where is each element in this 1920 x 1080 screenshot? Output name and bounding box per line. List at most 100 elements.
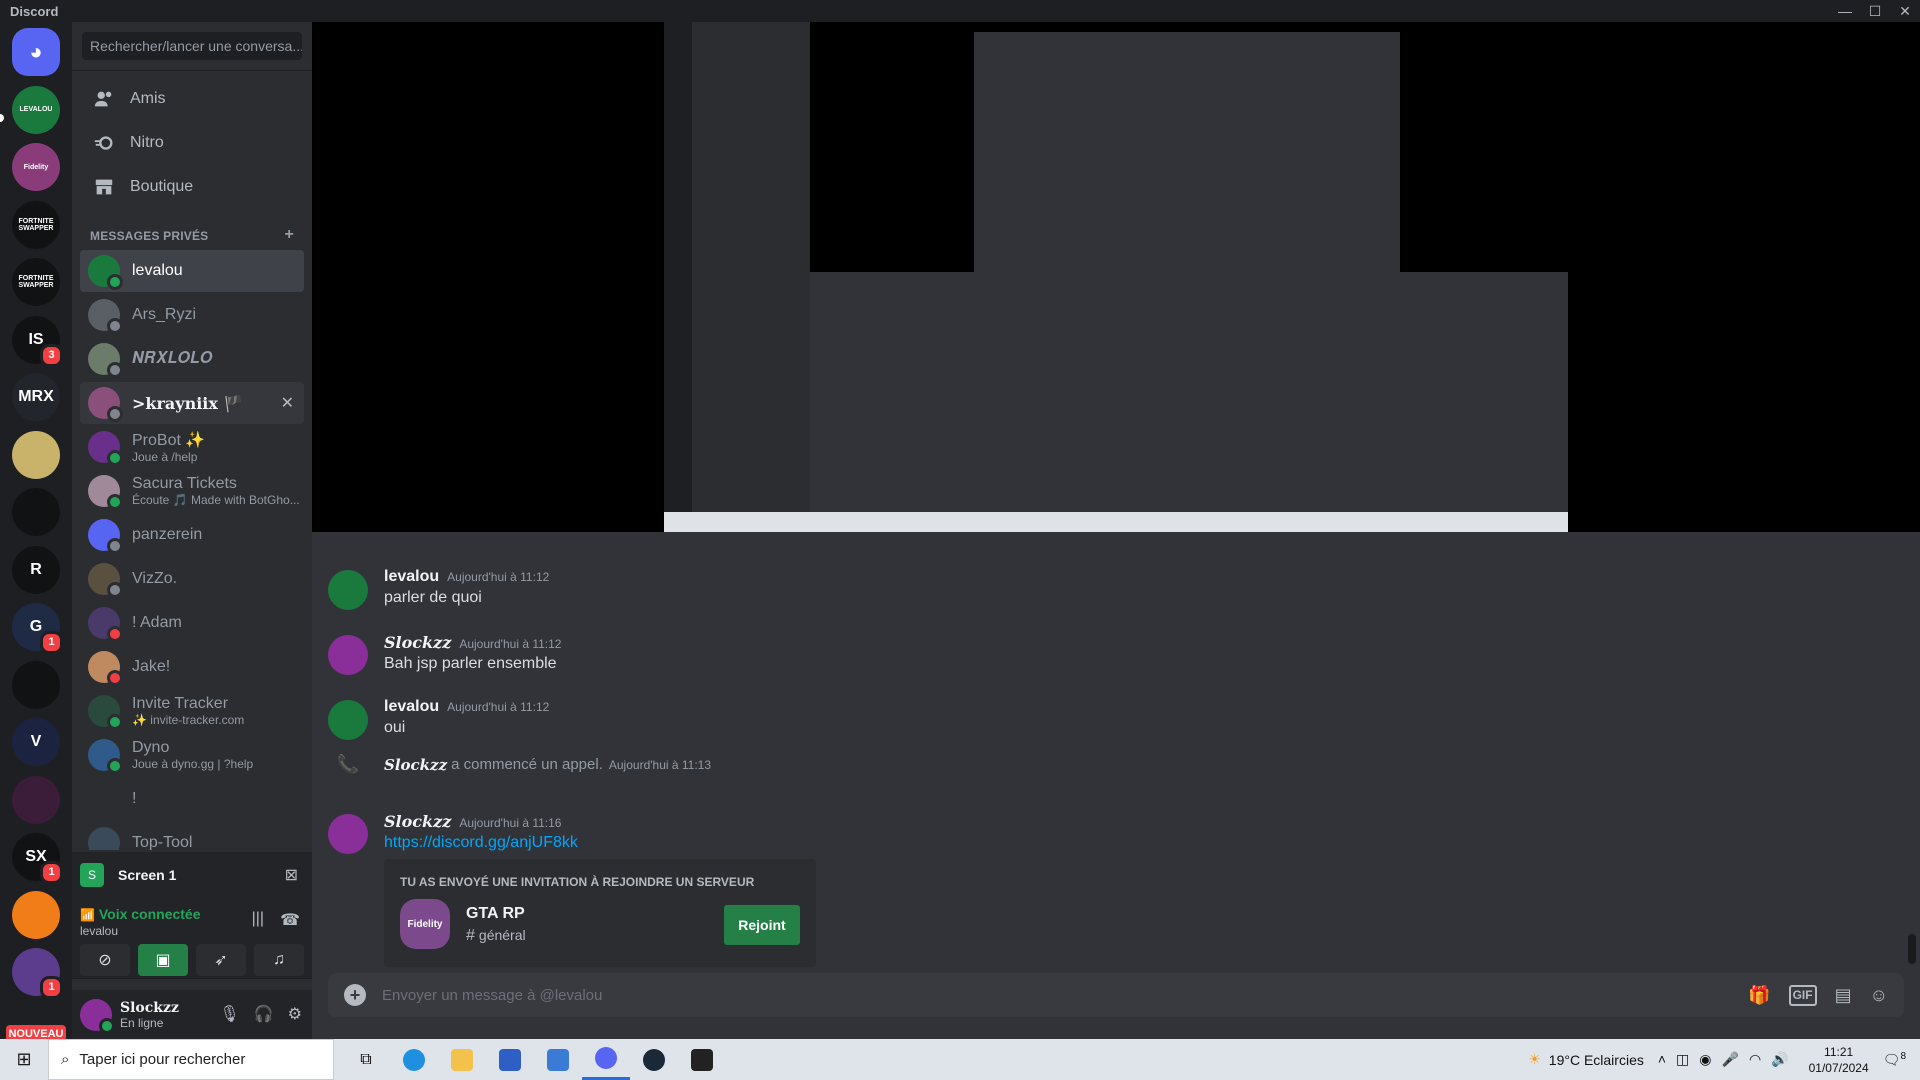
- discord-taskbar-icon[interactable]: [582, 1039, 630, 1080]
- status-dot: [107, 538, 123, 554]
- store-icon[interactable]: [486, 1039, 534, 1080]
- chevron-up-icon[interactable]: ˄: [1658, 1051, 1666, 1068]
- gift-icon[interactable]: 🎁: [1748, 985, 1770, 1006]
- attach-plus-icon[interactable]: +: [344, 984, 366, 1006]
- server-icon[interactable]: [12, 890, 60, 939]
- server-icon[interactable]: V: [12, 718, 60, 766]
- settings-gear-icon[interactable]: ⚙: [288, 1004, 302, 1024]
- message-author[interactable]: Slockzz: [384, 812, 451, 831]
- stop-stream-icon[interactable]: ⊠: [285, 865, 298, 885]
- edge-icon[interactable]: [390, 1039, 438, 1080]
- volume-icon[interactable]: 🔊: [1771, 1051, 1788, 1068]
- soundboard-button[interactable]: ♫: [254, 944, 304, 976]
- message-link[interactable]: https://discord.gg/anjUF8kk: [384, 834, 578, 852]
- microphone-icon[interactable]: 🎙: [219, 1004, 239, 1024]
- dm-item[interactable]: Invite Tracker ✨ invite-tracker.com: [80, 690, 304, 732]
- add-dm-button[interactable]: +: [284, 227, 294, 243]
- noise-suppression-icon[interactable]: |||: [252, 910, 264, 930]
- server-icon[interactable]: Fidelity: [12, 143, 60, 191]
- server-icon[interactable]: 1: [12, 948, 63, 999]
- voice-channel[interactable]: levalou: [80, 924, 118, 938]
- user-info[interactable]: Slockzz En ligne: [120, 1000, 179, 1030]
- disconnect-icon[interactable]: ☎: [280, 910, 300, 930]
- dm-item[interactable]: Top-Tool: [80, 822, 304, 850]
- taskbar-search[interactable]: ⌕ Taper ici pour rechercher: [48, 1039, 334, 1080]
- dm-item[interactable]: >krayniix 🏴 ✕: [80, 382, 304, 424]
- nav-shop[interactable]: Boutique: [80, 166, 304, 208]
- voice-status[interactable]: 📶 Voix connectée: [80, 906, 201, 922]
- message-author[interactable]: levalou: [384, 568, 439, 586]
- chat-scrollbar[interactable]: [1908, 934, 1916, 964]
- screen-share-button[interactable]: ▣: [138, 944, 188, 976]
- epic-games-icon[interactable]: [678, 1039, 726, 1080]
- server-icon[interactable]: [12, 660, 60, 709]
- server-icon[interactable]: SX 1: [12, 833, 63, 884]
- camera-tray-icon[interactable]: ◫: [1676, 1051, 1689, 1068]
- minimize-button[interactable]: —: [1830, 0, 1860, 22]
- wifi-icon[interactable]: ◠: [1749, 1051, 1761, 1068]
- mail-icon[interactable]: [534, 1039, 582, 1080]
- emoji-icon[interactable]: ☺: [1870, 985, 1888, 1006]
- dm-item[interactable]: Jake!: [80, 646, 304, 688]
- dm-item[interactable]: Sacura Tickets Écoute 🎵 Made with BotGho.…: [80, 470, 304, 512]
- dm-item[interactable]: Dyno Joue à dyno.gg | ?help: [80, 734, 304, 776]
- message-avatar[interactable]: [328, 700, 368, 740]
- clock[interactable]: 11:21 01/07/2024: [1809, 1044, 1869, 1076]
- dm-item[interactable]: levalou: [80, 250, 304, 292]
- weather-text[interactable]: 19°C Eclaircies: [1549, 1052, 1644, 1068]
- server-icon[interactable]: FORTNITE SWAPPER: [12, 258, 60, 306]
- activities-button[interactable]: ➶: [196, 944, 246, 976]
- dm-item[interactable]: ProBot ✨ Joue à /help: [80, 426, 304, 468]
- screen-share-row[interactable]: S Screen 1 ⊠: [80, 858, 304, 892]
- join-button[interactable]: Rejoint: [724, 905, 800, 945]
- nav-friends[interactable]: Amis: [80, 78, 304, 120]
- call-author[interactable]: Slockzz: [384, 756, 447, 774]
- notification-icon[interactable]: 🗨8: [1883, 1051, 1906, 1069]
- message-content: Slockzz Aujourd'hui à 11:16 https://discor…: [384, 812, 578, 854]
- search-conversation-button[interactable]: Rechercher/lancer une conversa...: [82, 32, 302, 60]
- server-icon[interactable]: [12, 488, 60, 536]
- server-icon[interactable]: R: [12, 545, 60, 594]
- message-author[interactable]: levalou: [384, 698, 439, 716]
- message-avatar[interactable]: [328, 814, 368, 854]
- sticker-icon[interactable]: ▤: [1835, 985, 1852, 1006]
- message-input[interactable]: Envoyer un message à @levalou: [382, 987, 1748, 1004]
- server-icon[interactable]: LEVALOU: [12, 85, 60, 134]
- server-icon[interactable]: IS 3: [12, 315, 63, 367]
- windows-start-icon[interactable]: ⊞: [0, 1049, 48, 1070]
- mic-tray-icon[interactable]: 🎤: [1722, 1051, 1739, 1068]
- dm-item[interactable]: !: [80, 778, 304, 820]
- message-author[interactable]: Slockzz: [384, 633, 451, 652]
- message-avatar[interactable]: [328, 635, 368, 675]
- home-button[interactable]: ◕: [12, 28, 60, 76]
- server-icon[interactable]: G1: [12, 603, 63, 654]
- dm-item[interactable]: ! Adam: [80, 602, 304, 644]
- camera-off-button[interactable]: ⊘: [80, 944, 130, 976]
- discord-tray-icon[interactable]: ◉: [1699, 1051, 1711, 1068]
- steam-icon[interactable]: [630, 1039, 678, 1080]
- stream-viewer[interactable]: [312, 22, 1920, 532]
- user-avatar[interactable]: [80, 998, 115, 1034]
- maximize-button[interactable]: ☐: [1860, 0, 1890, 22]
- status-dot: [107, 450, 123, 466]
- dm-item[interactable]: 𝑵𝑹𝑿𝑳𝑶𝑳𝑶: [80, 338, 304, 380]
- invite-server-icon[interactable]: Fidelity: [400, 899, 450, 949]
- gif-icon[interactable]: GIF: [1788, 984, 1817, 1006]
- close-window-button[interactable]: ✕: [1890, 0, 1920, 22]
- server-icon[interactable]: MRX: [12, 373, 60, 421]
- server-icon[interactable]: [12, 775, 60, 824]
- server-invite-card: TU AS ENVOYÉ UNE INVITATION À REJOINDRE …: [384, 859, 816, 967]
- server-icon[interactable]: FORTNITE SWAPPER: [12, 200, 60, 249]
- new-badge[interactable]: NOUVEAU: [6, 1025, 66, 1039]
- dm-item[interactable]: Ars_Ryzi: [80, 294, 304, 336]
- close-dm-icon[interactable]: ✕: [281, 393, 294, 413]
- dm-item[interactable]: VizZo.: [80, 558, 304, 600]
- server-icon[interactable]: [12, 430, 60, 479]
- message-avatar[interactable]: [328, 570, 368, 610]
- invite-server-name[interactable]: GTA RP: [466, 905, 525, 923]
- task-view-icon[interactable]: ⧉: [342, 1039, 390, 1080]
- nav-nitro[interactable]: Nitro: [80, 122, 304, 164]
- dm-item[interactable]: panzerein: [80, 514, 304, 556]
- file-explorer-icon[interactable]: [438, 1039, 486, 1080]
- headset-icon[interactable]: 🎧: [254, 1004, 274, 1024]
